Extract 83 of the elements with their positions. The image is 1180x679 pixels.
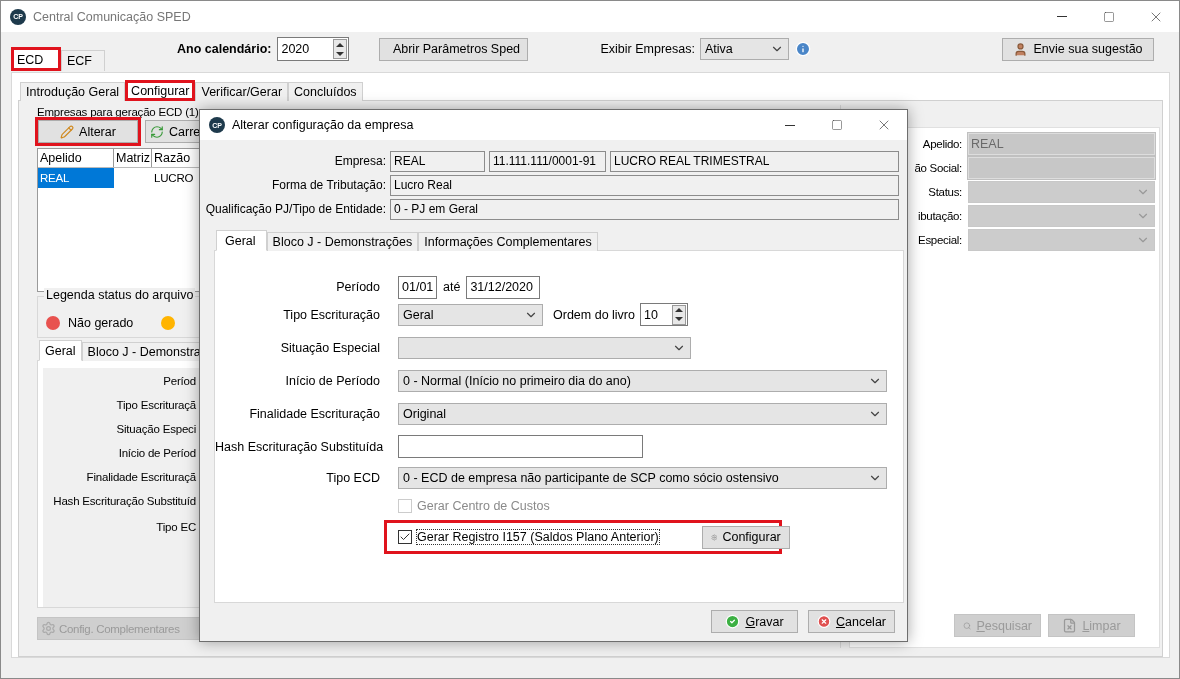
year-label: Ano calendário: (177, 42, 272, 56)
maximize-icon (830, 119, 843, 131)
info-icon[interactable] (794, 41, 811, 57)
field-label: Empresa: (333, 153, 386, 170)
dialog-tab[interactable]: Geral (216, 230, 267, 251)
dialog-tab[interactable]: Informações Complementares (418, 232, 598, 251)
companies-title: Empresas para geração ECD (1) (37, 105, 199, 120)
filter-label: ibutação: (918, 210, 962, 222)
column-header[interactable]: Apelido (38, 149, 114, 167)
show-companies-label: Exibir Empresas: (600, 42, 695, 56)
field-label: Finalidade Escrituraçã (85, 470, 196, 485)
year-spinner[interactable]: 2020 (277, 37, 350, 61)
legend-label: Não gerado (68, 316, 134, 330)
book-tab[interactable]: ECF (61, 50, 105, 71)
step-tab[interactable]: Verificar/Gerar (195, 82, 289, 101)
order-spinner[interactable]: 10 (640, 303, 688, 326)
show-companies-select[interactable]: Ativa (699, 38, 789, 60)
field-label: Período (335, 280, 380, 294)
minimize-icon (784, 124, 795, 126)
field-label: Situação Especial (279, 340, 380, 355)
step-tab[interactable]: Concluídos (288, 82, 363, 101)
detail-tab[interactable]: Geral (39, 340, 82, 361)
readonly-field: 11.111.111/0001-91 (489, 151, 606, 172)
filter-field[interactable] (968, 157, 1155, 179)
legend-title: Legenda status do arquivo (44, 288, 196, 302)
date-field[interactable]: 31/12/2020 (466, 275, 541, 299)
field-label: Tipo EC (155, 520, 196, 535)
user-icon (1013, 41, 1029, 57)
pencil-icon (60, 124, 75, 139)
filter-label: ão Social: (914, 162, 962, 174)
step-tab[interactable]: Configurar (125, 80, 196, 101)
filter-select[interactable] (968, 229, 1155, 251)
table-cell[interactable]: REAL (38, 168, 114, 188)
configure-button[interactable]: Configurar (701, 525, 790, 549)
field-label: Períod (162, 374, 196, 389)
checkbox-label: Gerar Registro I157 (Saldos Plano Anterior) (417, 530, 659, 544)
document-icon (1062, 618, 1078, 633)
readonly-field: REAL (390, 151, 485, 172)
step-tab[interactable]: Introdução Geral (20, 82, 126, 101)
field-label: Hash Escrituração Substituíd (52, 494, 196, 509)
field-label: Forma de Tributação: (270, 177, 386, 194)
book-tab[interactable]: ECD (11, 47, 61, 71)
company-action-button[interactable]: Alterar (38, 120, 138, 143)
filter-label: Status: (928, 186, 962, 198)
readonly-field: 0 - PJ em Geral (390, 199, 899, 220)
dropdown[interactable]: 0 - ECD de empresa não participante de SCP como sócio ostensivo (398, 466, 887, 489)
date-field[interactable]: 01/01 (398, 275, 437, 299)
field-label: Início de Períod (117, 446, 196, 461)
refresh-icon (150, 124, 164, 139)
hash-field[interactable] (398, 435, 643, 458)
window-title: Central Comunicação SPED (33, 9, 191, 24)
save-button[interactable]: Gravar (711, 610, 798, 633)
maximize-icon (1102, 10, 1115, 23)
cancel-icon (817, 614, 831, 629)
dropdown[interactable]: 0 - Normal (Início no primeiro dia do ano) (398, 369, 887, 392)
minimize-icon (1056, 16, 1067, 17)
dropdown[interactable]: Geral (398, 303, 543, 326)
column-header[interactable]: Matriz (114, 149, 152, 167)
field-label: Finalidade Escrituração (248, 406, 380, 421)
suggestion-button[interactable]: Envie sua sugestão (1002, 37, 1154, 61)
cancel-button[interactable]: Cancelar (808, 610, 895, 633)
field-label: Tipo Escrituraçã (115, 398, 196, 413)
filter-label: Apelido: (922, 138, 962, 150)
dropdown[interactable]: Original (398, 402, 887, 425)
field-label: Ordem do livro (553, 307, 635, 322)
separator-label: até (443, 280, 461, 294)
checkbox[interactable] (398, 530, 412, 544)
field-label: Tipo ECD (325, 470, 380, 485)
dropdown[interactable] (398, 336, 691, 359)
filter-select[interactable] (968, 181, 1155, 203)
readonly-field: LUCRO REAL TRIMESTRAL (610, 151, 899, 172)
check-icon (725, 614, 741, 629)
field-label: Situação Especi (115, 422, 196, 437)
filter-label: Especial: (918, 234, 962, 246)
field-label: Tipo Escrituração (282, 307, 380, 322)
checkbox-label: Gerar Centro de Custos (417, 498, 550, 513)
filter-select[interactable] (968, 205, 1155, 227)
readonly-field: Lucro Real (390, 175, 899, 196)
dialog-tab[interactable]: Bloco J - Demonstrações (266, 232, 419, 251)
field-label: Qualificação PJ/Tipo de Entidade: (204, 201, 386, 218)
field-label: Início de Período (284, 373, 380, 388)
params-button[interactable]: Abrir Parâmetros Sped (379, 37, 529, 61)
gear-icon (41, 621, 56, 636)
